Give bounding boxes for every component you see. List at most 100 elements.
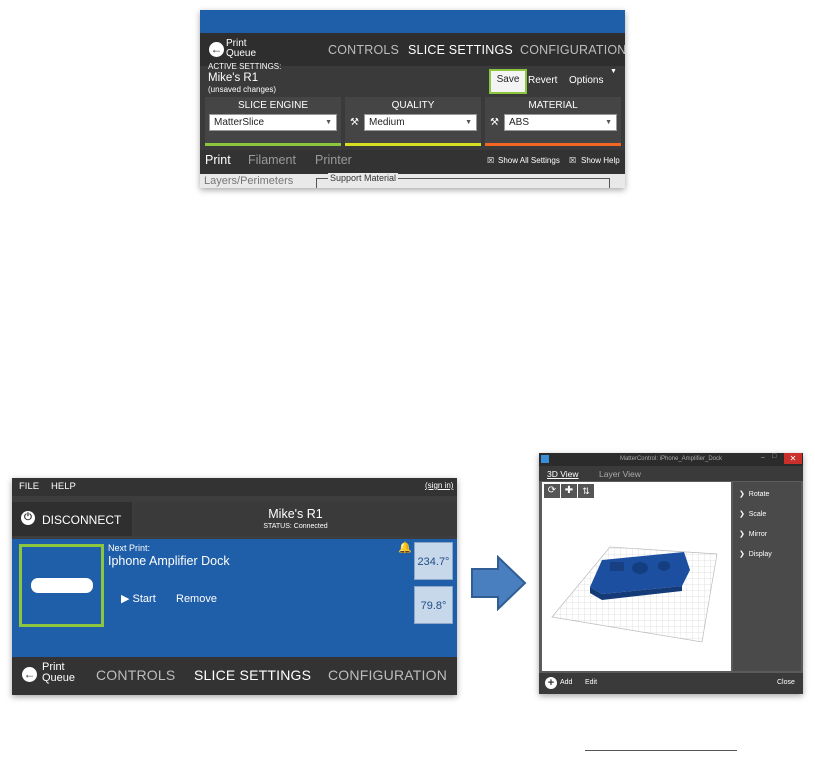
printer-main-screenshot: FILE HELP (sign in) ⏻ DISCONNECT Mike's … [12, 478, 457, 695]
tab-configuration[interactable]: CONFIGURATION [520, 43, 625, 57]
zoom-view-icon[interactable]: ⇅ [578, 484, 594, 498]
bell-icon[interactable]: 🔔 [398, 541, 412, 554]
side-item-scale-label: Scale [748, 511, 767, 518]
app-icon [541, 455, 549, 463]
quality-title: QUALITY [391, 100, 435, 111]
side-item-rotate[interactable]: ❯ Rotate [739, 490, 769, 498]
add-icon[interactable]: + [545, 677, 557, 689]
tab-filament[interactable]: Filament [248, 153, 296, 167]
material-title: MATERIAL [528, 100, 578, 111]
close-window-icon[interactable]: ✕ [784, 453, 802, 464]
mattercontrol-window-screenshot: MatterControl: iPhone_Amplifier_Dock – □… [539, 453, 803, 694]
menu-help[interactable]: HELP [51, 481, 76, 492]
3d-viewport[interactable]: ⟳ ✚ ⇅ [542, 482, 731, 671]
sign-in-link[interactable]: (sign in) [425, 481, 453, 490]
move-view-icon[interactable]: ✚ [561, 484, 577, 498]
maximize-icon[interactable]: □ [772, 453, 776, 460]
tab-print[interactable]: Print [205, 153, 231, 167]
tab-3d-view[interactable]: 3D View [547, 469, 579, 479]
material-select[interactable]: ABS ▼ [504, 114, 617, 131]
tab-slice-settings[interactable]: SLICE SETTINGS [408, 43, 513, 57]
tab-layer-view[interactable]: Layer View [599, 469, 641, 479]
right-arrow-icon [471, 555, 527, 611]
bottom-toolbar: + Add Edit Close [539, 673, 803, 694]
bed-temp[interactable]: 79.8° [414, 586, 453, 624]
quality-select[interactable]: Medium ▼ [364, 114, 477, 131]
material-accent-bar [485, 143, 621, 146]
slice-engine-value: MatterSlice [214, 117, 265, 128]
quality-accent-bar [345, 143, 481, 146]
top-blue-strip [200, 10, 625, 33]
side-menu: ❯ Rotate ❯ Scale ❯ Mirror ❯ Display [733, 482, 801, 671]
next-print-panel: Next Print: Iphone Amplifier Dock ▶ Star… [12, 539, 457, 657]
revert-button[interactable]: Revert [528, 75, 557, 86]
options-button[interactable]: Options [569, 75, 603, 86]
tab-slice-settings[interactable]: SLICE SETTINGS [194, 667, 311, 683]
slice-engine-title: SLICE ENGINE [237, 100, 309, 111]
print-queue-button[interactable]: Print Queue [226, 39, 256, 59]
bottom-nav-bar: ← Print Queue CONTROLS SLICE SETTINGS CO… [12, 657, 457, 695]
print-queue-back-icon[interactable]: ← [22, 667, 37, 682]
play-icon: ▶ [121, 593, 130, 605]
close-button[interactable]: Close [777, 679, 795, 686]
show-help-checkbox[interactable]: ☒ [569, 156, 576, 165]
save-button[interactable]: Save [489, 69, 527, 94]
minimize-icon[interactable]: – [761, 454, 765, 461]
part-preview-shape [31, 578, 93, 593]
quality-value: Medium [369, 117, 405, 128]
quality-panel: QUALITY ⚒ Medium ▼ [345, 97, 481, 146]
tab-printer[interactable]: Printer [315, 153, 352, 167]
print-queue-label-line2: Queue [226, 48, 257, 59]
material-value: ABS [509, 117, 530, 128]
show-help-label: Show Help [581, 156, 620, 165]
menu-file[interactable]: FILE [19, 481, 39, 492]
unsaved-changes-note: (unsaved changes) [208, 85, 277, 94]
section-layers-perimeters[interactable]: Layers/Perimeters [204, 175, 293, 187]
rotate-view-icon[interactable]: ⟳ [544, 484, 560, 498]
edit-button[interactable]: Edit [585, 679, 597, 686]
view-tab-bar: 3D View Layer View [539, 466, 803, 481]
slice-engine-panel: SLICE ENGINE MatterSlice ▼ [205, 97, 341, 146]
slice-engine-select[interactable]: MatterSlice ▼ [209, 114, 337, 131]
disconnect-button[interactable]: ⏻ DISCONNECT [12, 502, 132, 536]
slice-engine-accent-bar [205, 143, 341, 146]
active-settings-label: ACTIVE SETTINGS: [208, 62, 282, 71]
tab-controls[interactable]: CONTROLS [328, 43, 399, 57]
section-support-material: Support Material [328, 173, 399, 183]
next-print-name: Iphone Amplifier Dock [108, 554, 230, 568]
side-item-rotate-label: Rotate [748, 491, 770, 498]
wrench-icon[interactable]: ⚒ [350, 117, 359, 128]
chevron-down-icon: ▼ [325, 119, 332, 126]
material-panel: MATERIAL ⚒ ABS ▼ [485, 97, 621, 146]
extruder-temp[interactable]: 234.7° [414, 542, 453, 580]
printer-name: Mike's R1 [268, 507, 323, 521]
print-queue-back-icon[interactable]: ← [209, 42, 224, 57]
tab-configuration[interactable]: CONFIGURATION [328, 667, 447, 683]
side-item-display[interactable]: ❯ Display [739, 550, 772, 558]
next-print-label: Next Print: [108, 543, 151, 553]
printer-status: STATUS: Connected [263, 523, 328, 530]
add-button[interactable]: Add [560, 679, 572, 686]
show-all-settings-label: Show All Settings [498, 156, 560, 165]
side-item-mirror[interactable]: ❯ Mirror [739, 530, 767, 538]
print-thumbnail[interactable] [19, 544, 104, 627]
start-label: Start [132, 593, 156, 605]
side-item-mirror-label: Mirror [748, 531, 768, 538]
start-button[interactable]: ▶ Start [121, 592, 156, 605]
options-dropdown-icon[interactable]: ▼ [610, 68, 617, 75]
wrench-icon[interactable]: ⚒ [490, 117, 499, 128]
divider-line [585, 750, 737, 751]
chevron-down-icon: ▼ [465, 119, 472, 126]
disconnect-label: DISCONNECT [42, 513, 122, 527]
remove-button[interactable]: Remove [176, 593, 217, 605]
menu-bar: FILE HELP (sign in) [12, 478, 457, 496]
chevron-down-icon: ▼ [605, 119, 612, 126]
power-icon: ⏻ [21, 511, 35, 525]
side-item-scale[interactable]: ❯ Scale [739, 510, 766, 518]
print-queue-button[interactable]: Print Queue [42, 662, 75, 684]
side-item-display-label: Display [748, 551, 772, 558]
show-all-settings-checkbox[interactable]: ☒ [487, 156, 494, 165]
profile-name: Mike's R1 [208, 72, 259, 84]
build-plate-view [551, 546, 718, 643]
tab-controls[interactable]: CONTROLS [96, 667, 175, 683]
